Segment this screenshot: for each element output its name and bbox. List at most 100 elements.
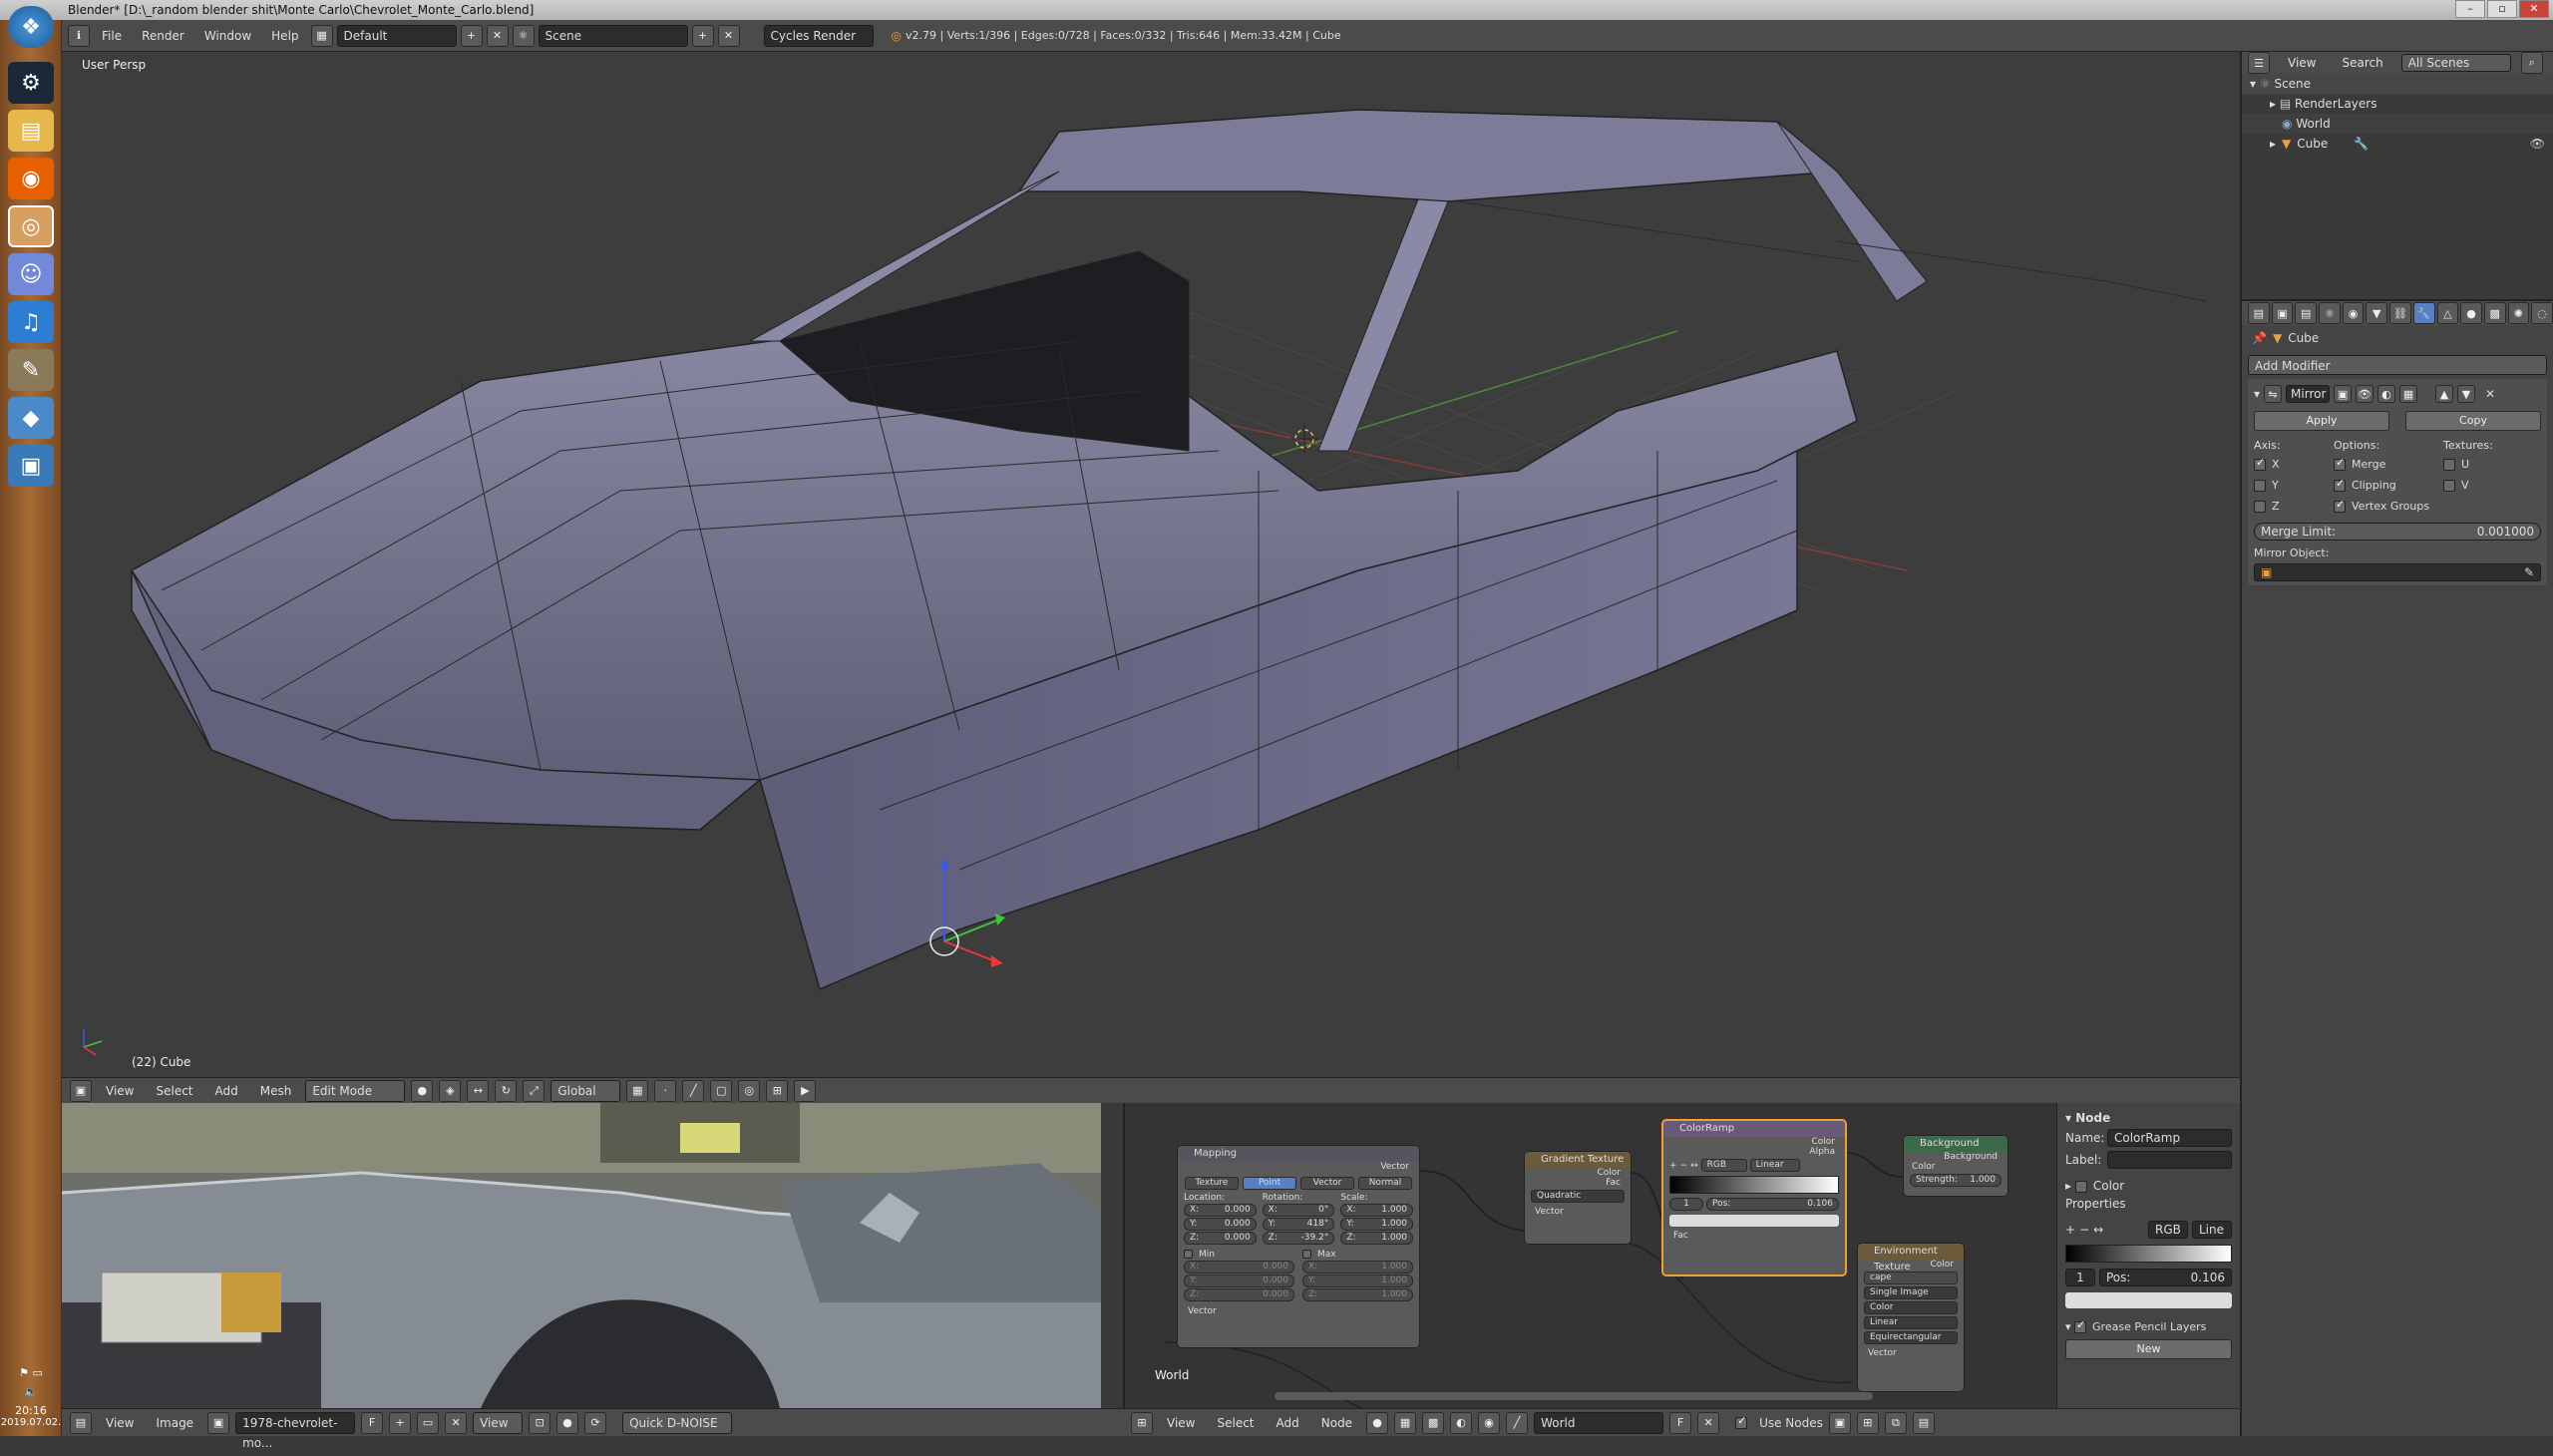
snap-icon[interactable]: ⊞ [766, 1079, 789, 1102]
color-ramp-bar[interactable] [1669, 1176, 1839, 1194]
strength-field[interactable]: Strength: 1.000 [1910, 1174, 2002, 1187]
mapping-tab-texture[interactable]: Texture [1185, 1177, 1239, 1190]
menu-node[interactable]: Node [1313, 1416, 1360, 1430]
rotate-icon[interactable]: ↻ [495, 1079, 518, 1102]
clipping-checkbox[interactable]: Clipping [2334, 477, 2443, 492]
rot-z-field[interactable]: Z: -39.2° [1262, 1232, 1335, 1245]
tray-flag-icon[interactable]: ⚑ ▭ [0, 1366, 62, 1379]
proportional-icon[interactable]: ◎ [738, 1079, 761, 1102]
layers-icon[interactable]: ▦ [626, 1079, 649, 1102]
scene-icon[interactable]: ⚛ [512, 24, 535, 47]
3d-viewport[interactable]: User Persp (22) Cube [62, 52, 2240, 1077]
menu-help[interactable]: Help [263, 29, 306, 43]
mapping-tab-vector[interactable]: Vector [1300, 1177, 1354, 1190]
windows-orb-icon[interactable]: ❖ [8, 6, 54, 48]
firefox-icon[interactable]: ◉ [8, 158, 54, 199]
pivot-icon[interactable]: ◈ [439, 1079, 462, 1102]
menu-view[interactable]: View [2280, 56, 2324, 70]
paste-nodes-icon[interactable]: ▤ [1912, 1411, 1935, 1434]
expand-icon[interactable]: ▾ [2250, 77, 2256, 91]
discord-icon[interactable]: ☺ [8, 253, 54, 295]
gradient-texture-node[interactable]: Gradient Texture Color Fac Quadratic Vec… [1524, 1151, 1632, 1245]
image-open-icon[interactable]: ▭ [417, 1411, 440, 1434]
viewport-toggle-icon[interactable]: 👁 [2356, 385, 2374, 403]
remove-modifier-icon[interactable]: ✕ [2485, 387, 2495, 401]
node-editor[interactable]: Mapping Vector Texture Point Vector Norm… [1123, 1103, 2056, 1408]
env-image-field[interactable]: cape [1864, 1272, 1958, 1284]
world-unlink-icon[interactable]: ✕ [1697, 1411, 1720, 1434]
channels-icon[interactable]: ● [556, 1411, 579, 1434]
mapping-tab-normal[interactable]: Normal [1358, 1177, 1412, 1190]
node-name-field[interactable]: ColorRamp [2107, 1129, 2232, 1147]
world-fake-user-icon[interactable]: F [1669, 1411, 1692, 1434]
vertex-select-icon[interactable]: · [654, 1079, 677, 1102]
menu-search[interactable]: Search [2334, 56, 2390, 70]
scale-z-field[interactable]: Z: 1.000 [1340, 1232, 1414, 1245]
modifiers-tab-icon[interactable]: 🔧 [2412, 302, 2435, 324]
settings-app-icon[interactable]: ▣ [8, 445, 54, 487]
display-mode-select[interactable]: All Scenes [2400, 54, 2511, 72]
render-preview-icon[interactable]: ▶ [794, 1079, 817, 1102]
outliner-row-renderlayers[interactable]: ▸ ▤ RenderLayers [2242, 94, 2553, 114]
scene-field[interactable]: Scene [538, 24, 688, 47]
mode-select[interactable]: Edit Mode [305, 1079, 406, 1102]
apply-button[interactable]: Apply [2254, 411, 2389, 431]
layout-field[interactable]: Default [336, 24, 457, 47]
gimp-icon[interactable]: ✎ [8, 349, 54, 391]
editor-type-icon[interactable]: ▣ [70, 1079, 92, 1102]
editor-type-icon[interactable]: ☰ [2248, 52, 2270, 74]
ramp-flip-icon[interactable]: ↔ [1690, 1161, 1698, 1171]
env-interp-select[interactable]: Linear [1864, 1316, 1958, 1329]
merge-checkbox[interactable]: Merge [2334, 456, 2443, 471]
viewport-canvas[interactable] [62, 52, 2240, 1077]
data-tab-icon[interactable]: △ [2436, 302, 2459, 324]
cage-toggle-icon[interactable]: ▦ [2399, 385, 2418, 403]
menu-image[interactable]: Image [148, 1416, 201, 1430]
scene-remove-icon[interactable]: ✕ [717, 24, 740, 47]
editor-type-icon[interactable]: ▤ [70, 1411, 92, 1434]
outliner-row-scene[interactable]: ▾ ⚛ Scene [2242, 74, 2553, 94]
edge-select-icon[interactable]: ╱ [682, 1079, 705, 1102]
color-section-header[interactable]: ▸ Color [2065, 1179, 2124, 1193]
properties-section-header[interactable]: Properties [2065, 1197, 2126, 1211]
editor-type-icon[interactable]: ℹ [68, 24, 90, 47]
pin-icon[interactable]: 📌 [2252, 331, 2267, 345]
vertex-groups-checkbox[interactable]: Vertex Groups [2334, 498, 2443, 513]
car-roof[interactable] [1017, 109, 1839, 202]
visibility-eye-icon[interactable]: 👁 [2530, 134, 2545, 154]
clock-time[interactable]: 20:16 [0, 1404, 62, 1417]
menu-view[interactable]: View [1159, 1416, 1203, 1430]
volume-icon[interactable]: 🔈 [0, 1385, 62, 1398]
menu-window[interactable]: Window [196, 29, 259, 43]
outliner[interactable]: ☰ View Search All Scenes ⌕ ▾ ⚛ Scene ▸ ▤… [2240, 52, 2553, 299]
ramp-color-swatch[interactable] [1669, 1215, 1839, 1227]
editmode-toggle-icon[interactable]: ▣ [2334, 385, 2353, 403]
layout-add-icon[interactable]: + [460, 24, 483, 47]
ramp-interp-select[interactable]: Linear [1749, 1159, 1800, 1172]
editor-type-icon[interactable]: ▤ [2248, 302, 2270, 324]
orientation-select[interactable]: Global [550, 1079, 621, 1102]
shading-icon[interactable]: ● [411, 1079, 434, 1102]
quick-denoise-button[interactable]: Quick D-NOISE [622, 1411, 733, 1434]
node-label-field[interactable] [2107, 1151, 2232, 1169]
ramp-index-field[interactable]: 1 [1669, 1198, 1703, 1211]
clock-date[interactable]: 2019.07.02. [0, 1417, 62, 1428]
ramp-pos-field[interactable]: Pos: 0.106 [1706, 1198, 1839, 1211]
texture-tab-icon[interactable]: ▩ [2483, 302, 2506, 324]
collapse-icon[interactable]: ▾ [2254, 387, 2260, 401]
layout-grid-icon[interactable]: ▦ [310, 24, 333, 47]
manipulator-icon[interactable]: ↔ [467, 1079, 490, 1102]
scale-icon[interactable]: ⤢ [523, 1079, 546, 1102]
ramp-add-icon[interactable]: + [1669, 1161, 1677, 1171]
texture-tree-icon[interactable]: ▩ [1422, 1411, 1445, 1434]
rot-y-field[interactable]: Y: 418° [1262, 1218, 1335, 1231]
close-button[interactable]: ✕ [2519, 0, 2549, 18]
menu-view[interactable]: View [98, 1084, 142, 1098]
scale-y-field[interactable]: Y: 1.000 [1340, 1218, 1414, 1231]
diamond-app-icon[interactable]: ◆ [8, 397, 54, 439]
prop-ramp-flip-icon[interactable]: ↔ [2093, 1223, 2103, 1237]
grease-pencil-section[interactable]: ▾ Grease Pencil Layers [2065, 1318, 2232, 1333]
scene-add-icon[interactable]: + [691, 24, 714, 47]
use-nodes-checkbox[interactable] [1735, 1414, 1748, 1429]
eyedropper-icon[interactable]: ✎ [2524, 562, 2534, 582]
